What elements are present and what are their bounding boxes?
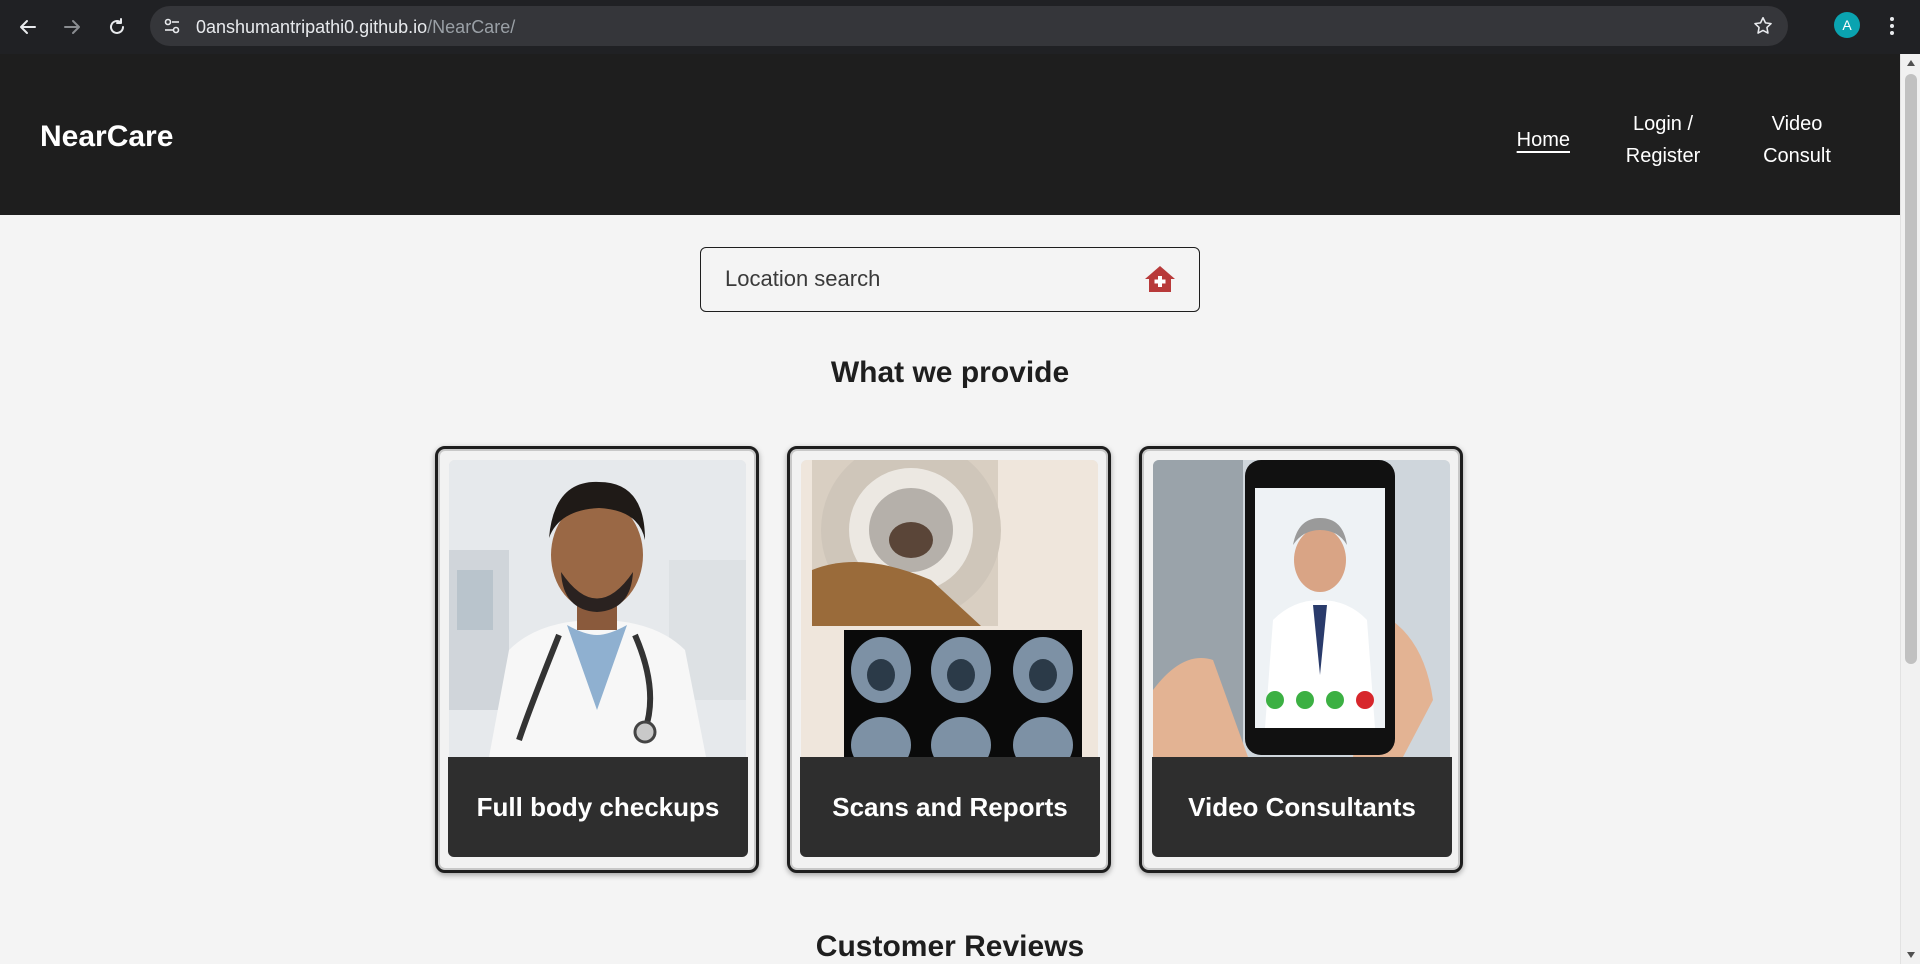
url-path: /NearCare/ (427, 17, 516, 37)
scan-photo (801, 460, 1098, 757)
nav-video-line1: Video (1771, 113, 1823, 135)
forward-button[interactable] (58, 13, 86, 41)
browser-menu-button[interactable] (1882, 13, 1902, 39)
nav-login-register[interactable]: Login / Register (1622, 108, 1704, 172)
scroll-down-icon[interactable] (1907, 952, 1915, 958)
service-card-video[interactable]: Video Consultants (1139, 446, 1463, 873)
main-nav: Home Login / Register Video Consult (1517, 108, 1838, 172)
service-card-label: Scans and Reports (800, 757, 1100, 857)
service-card-label: Video Consultants (1152, 757, 1452, 857)
location-search-input[interactable] (725, 262, 1125, 296)
reload-button[interactable] (103, 13, 131, 41)
services-title: What we provide (830, 356, 1070, 389)
kebab-icon (1890, 17, 1894, 35)
service-card-label: Full body checkups (448, 757, 748, 857)
nav-home[interactable]: Home (1517, 124, 1570, 156)
scrollbar-thumb[interactable] (1905, 74, 1917, 664)
video-consult-photo (1153, 460, 1450, 757)
arrow-right-icon (64, 20, 80, 34)
page-scrollbar[interactable] (1900, 54, 1920, 964)
site-header: NearCare Home Login / Register Video Con… (0, 54, 1900, 215)
brand-logo[interactable]: NearCare (40, 120, 173, 154)
nav-video-line2: Consult (1763, 145, 1831, 167)
star-icon[interactable] (1752, 15, 1774, 37)
service-card-checkups[interactable]: Full body checkups (435, 446, 759, 873)
reviews-title: Customer Reviews (815, 930, 1085, 963)
tune-icon[interactable] (162, 16, 182, 36)
page-viewport: NearCare Home Login / Register Video Con… (0, 54, 1900, 964)
hospital-home-icon[interactable] (1143, 263, 1177, 295)
profile-avatar[interactable]: A (1834, 12, 1860, 38)
url-text: 0anshumantripathi0.github.io/NearCare/ (196, 17, 515, 38)
address-bar[interactable]: 0anshumantripathi0.github.io/NearCare/ (150, 6, 1788, 46)
nav-login-line1: Login / (1632, 113, 1694, 135)
arrow-left-icon (20, 20, 36, 34)
reload-icon (110, 18, 124, 34)
nav-video-consult[interactable]: Video Consult (1756, 108, 1838, 172)
scroll-up-icon[interactable] (1907, 60, 1915, 66)
back-button[interactable] (14, 13, 42, 41)
location-search-box[interactable] (700, 247, 1200, 312)
doctor-photo (449, 460, 746, 757)
browser-toolbar: 0anshumantripathi0.github.io/NearCare/ A (0, 0, 1920, 54)
nav-login-line2: Register (1625, 145, 1701, 167)
service-card-scans[interactable]: Scans and Reports (787, 446, 1111, 873)
url-host: 0anshumantripathi0.github.io (196, 17, 428, 37)
